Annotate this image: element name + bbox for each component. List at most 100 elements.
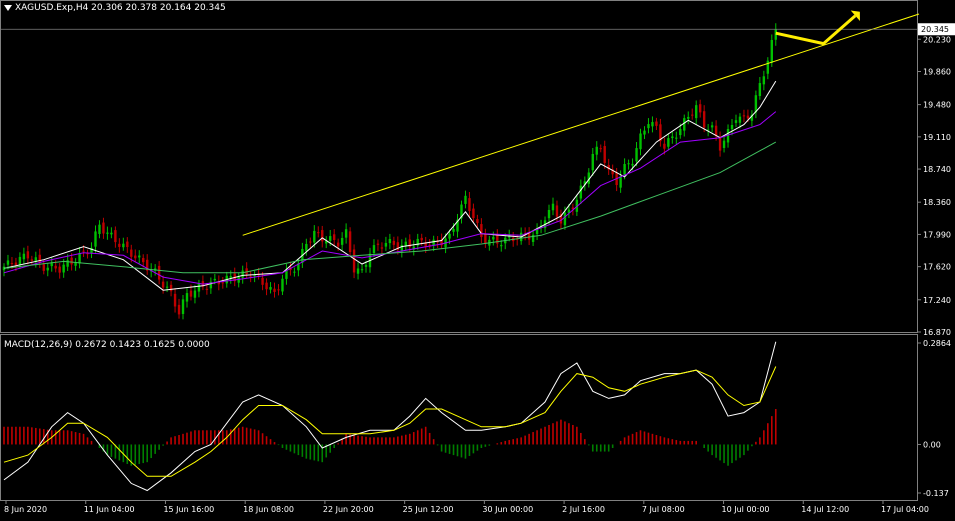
candle-body-174 [695, 105, 698, 119]
candle-body-119 [476, 219, 479, 223]
price-tick-label-7: 19.480 [923, 101, 951, 110]
candle-body-70 [281, 278, 284, 292]
candle-body-187 [746, 115, 750, 119]
price-tick-label-1: 17.240 [923, 296, 951, 305]
candle-body-14 [58, 266, 61, 273]
candle-body-47 [189, 290, 193, 297]
candle-body-101 [404, 241, 407, 246]
candle-body-179 [714, 125, 718, 136]
candle-body-60 [241, 270, 244, 278]
candle-body-90 [360, 269, 364, 271]
candle-body-171 [683, 118, 686, 131]
candle-body-184 [734, 120, 738, 123]
last-price-label: 20.345 [921, 25, 949, 34]
candle-body-112 [448, 233, 451, 239]
candle-body-68 [273, 288, 276, 292]
candle-body-157 [627, 163, 630, 165]
candle-body-78 [313, 230, 316, 243]
collapse-triangle-icon[interactable] [4, 4, 12, 11]
price-tick-label-9: 20.230 [923, 35, 951, 44]
moving-average-0 [3, 80, 777, 291]
candle-body-167 [667, 138, 670, 147]
price-tick-label-4: 18.360 [923, 198, 951, 207]
candle-body-164 [655, 121, 658, 126]
candle-body-93 [372, 245, 376, 254]
candle-body-80 [321, 230, 324, 242]
candle-body-20 [82, 250, 85, 252]
candle-body-163 [651, 122, 654, 127]
candle-body-193 [770, 40, 773, 63]
candle-body-162 [647, 124, 650, 129]
macd-tick-label-0: 0.2864 [923, 339, 951, 348]
candle-body-30 [122, 243, 125, 248]
candle-body-170 [679, 129, 682, 136]
candle-body-19 [78, 253, 81, 264]
candle-body-51 [205, 288, 209, 290]
candle-body-2 [10, 263, 14, 265]
candle-body-91 [364, 264, 368, 267]
macd-tick-label-2: -0.137 [923, 489, 949, 498]
candle-body-3 [14, 262, 18, 266]
candle-body-39 [157, 265, 161, 280]
candle-body-42 [169, 284, 173, 292]
candle-body-176 [702, 111, 706, 128]
candle-body-145 [579, 185, 583, 199]
candle-body-40 [161, 281, 165, 288]
x-tick-label-4: 22 Jun 20:00 [323, 505, 374, 514]
candle-body-61 [245, 268, 248, 274]
candle-body-69 [277, 289, 280, 291]
candle-body-17 [70, 257, 73, 265]
candle-body-161 [643, 130, 646, 135]
candle-body-149 [595, 146, 598, 155]
macd-header: MACD(12,26,9) 0.2672 0.1423 0.1625 0.000… [4, 340, 210, 350]
candle-body-108 [432, 239, 435, 246]
candle-body-150 [599, 148, 602, 150]
candle-body-66 [265, 282, 268, 290]
symbol-line: XAGUSD.Exp,H4 20.306 20.378 20.164 20.34… [15, 3, 226, 13]
chart-root: 16.870 17.240 17.620 17.990 18.360 18.740 19.1… [0, 0, 955, 517]
candle-body-159 [635, 148, 638, 162]
x-tick-label-3: 18 Jun 08:00 [243, 505, 294, 514]
x-tick-label-1: 11 Jun 04:00 [84, 505, 135, 514]
x-tick-label-5: 25 Jun 12:00 [403, 505, 454, 514]
candle-body-116 [464, 195, 467, 204]
candle-body-57 [229, 276, 232, 278]
candle-body-89 [356, 268, 360, 274]
candle-body-186 [742, 115, 746, 117]
candle-body-158 [631, 163, 634, 166]
candle-body-25 [102, 222, 105, 234]
candle-body-53 [213, 278, 217, 281]
candle-body-76 [305, 243, 308, 252]
candle-body-65 [261, 277, 264, 285]
candle-body-84 [336, 242, 340, 247]
forecast-arrow [775, 14, 857, 46]
x-tick-label-7: 2 Jul 16:00 [562, 505, 605, 514]
candle-body-169 [675, 137, 678, 139]
candle-body-120 [480, 224, 483, 238]
candle-body-173 [691, 114, 694, 116]
candle-body-181 [722, 140, 726, 148]
moving-average-2 [3, 141, 777, 274]
candle-body-10 [42, 264, 45, 271]
candle-body-1 [6, 260, 10, 265]
macd-line [3, 341, 777, 492]
candle-body-11 [46, 267, 49, 271]
x-tick-label-10: 14 Jul 12:00 [801, 505, 849, 514]
candle-body-105 [420, 237, 423, 241]
price-tick-label-8: 19.860 [923, 68, 951, 77]
candle-body-151 [603, 146, 606, 163]
candle-body-18 [74, 262, 77, 266]
candle-body-24 [98, 224, 101, 234]
candle-body-4 [18, 256, 22, 265]
macd-tick-label-1: 0.00 [923, 440, 941, 449]
price-tick-label-0: 16.870 [923, 328, 951, 337]
candle-body-180 [718, 137, 722, 151]
price-tick-label-3: 17.990 [923, 230, 951, 239]
candle-body-33 [134, 255, 137, 259]
candle-body-139 [555, 205, 559, 217]
candle-body-87 [348, 231, 352, 253]
candle-body-166 [663, 143, 666, 149]
candle-body-67 [269, 287, 272, 290]
candle-body-192 [766, 60, 770, 74]
price-tick-label-6: 19.110 [923, 133, 951, 142]
